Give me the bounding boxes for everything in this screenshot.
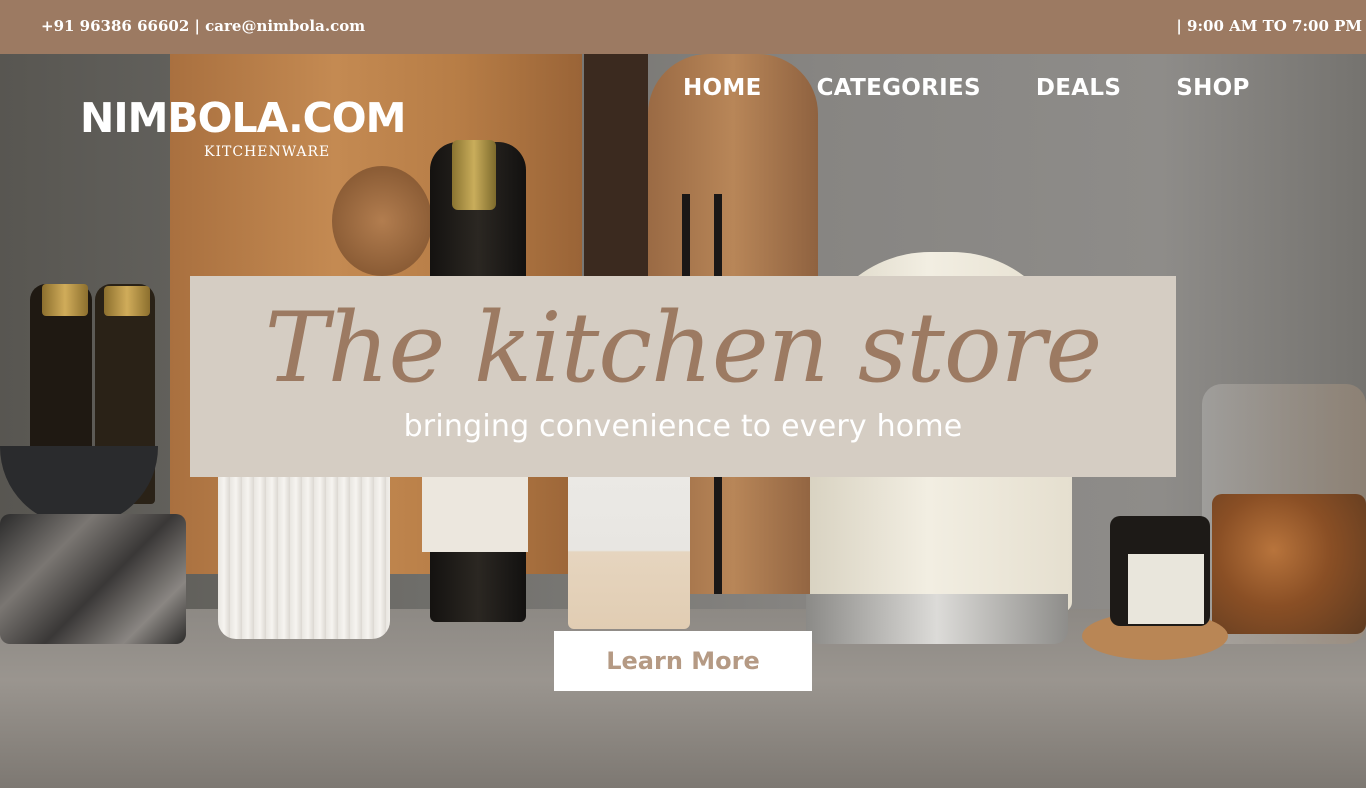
hero-subtitle: bringing convenience to every home <box>403 409 963 444</box>
main-nav: HOME CATEGORIES DEALS SHOP <box>683 75 1305 101</box>
nav-shop[interactable]: SHOP <box>1176 75 1249 101</box>
contact-info[interactable]: +91 96386 66602 | care@nimbola.com <box>41 17 365 35</box>
nav-deals[interactable]: DEALS <box>1036 75 1121 101</box>
hero-title: The kitchen store <box>264 292 1103 404</box>
kettle-base-image <box>806 594 1068 644</box>
logo-name: NIMBOLA.COM <box>80 94 406 142</box>
hero-banner: The kitchen store bringing convenience t… <box>190 276 1176 477</box>
wine-bottle-cap-image <box>452 140 496 210</box>
ribbed-vase-image <box>218 454 390 639</box>
candle-label-image <box>1128 554 1204 624</box>
business-hours: | 9:00 AM TO 7:00 PM <box>1176 17 1362 35</box>
cookies-image <box>1212 494 1366 634</box>
bottle-cap-image <box>42 284 88 316</box>
bottle-cap-image <box>104 286 150 316</box>
ceramic-jar-image <box>568 454 690 629</box>
nav-home[interactable]: HOME <box>683 75 762 101</box>
logo-tagline: KITCHENWARE <box>204 144 331 160</box>
marble-stand-image <box>0 514 186 644</box>
top-info-bar: +91 96386 66602 | care@nimbola.com | 9:0… <box>0 0 1366 54</box>
wooden-spoon-image <box>332 166 432 276</box>
site-logo[interactable]: NIMBOLA.COM KITCHENWARE <box>80 96 440 160</box>
wine-label-image <box>422 474 528 552</box>
nav-categories[interactable]: CATEGORIES <box>817 75 981 101</box>
learn-more-button[interactable]: Learn More <box>554 631 812 691</box>
